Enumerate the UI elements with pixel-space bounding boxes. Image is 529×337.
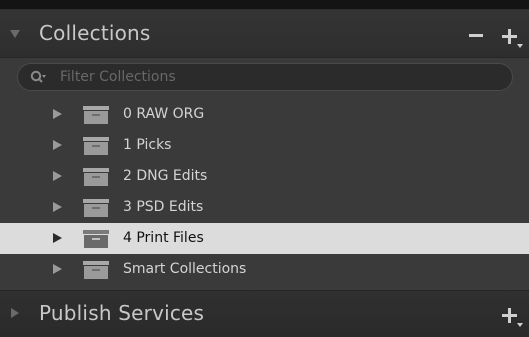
- collections-title: Collections: [39, 21, 151, 45]
- collection-set-label: 2 DNG Edits: [123, 168, 208, 184]
- collection-set-label: 0 RAW ORG: [123, 106, 205, 122]
- collection-set-row[interactable]: 0 RAW ORG: [0, 99, 529, 130]
- triangle-right-icon[interactable]: [53, 171, 62, 181]
- collection-set-row[interactable]: 3 PSD Edits: [0, 192, 529, 223]
- collections-header[interactable]: Collections: [0, 10, 529, 58]
- triangle-right-icon[interactable]: [53, 202, 62, 212]
- collection-set-label: 3 PSD Edits: [123, 199, 204, 215]
- collection-set-box-icon: [83, 230, 109, 248]
- search-icon: [30, 70, 46, 83]
- collection-set-label: 1 Picks: [123, 137, 172, 153]
- search-placeholder: Filter Collections: [60, 69, 176, 85]
- collection-set-box-icon: [83, 261, 109, 279]
- filter-collections-search[interactable]: Filter Collections: [17, 63, 513, 91]
- triangle-right-icon[interactable]: [53, 140, 62, 150]
- minus-icon[interactable]: [469, 34, 483, 37]
- collection-set-label: Smart Collections: [123, 261, 247, 277]
- collection-set-box-icon: [83, 199, 109, 217]
- collection-set-box-icon: [83, 168, 109, 186]
- panel-top-border: [0, 0, 529, 10]
- left-panel: Collections Filter Collections 0 RAW ORG: [0, 10, 529, 337]
- triangle-down-icon[interactable]: [10, 30, 20, 38]
- collection-set-label: 4 Print Files: [123, 230, 204, 246]
- collection-set-row[interactable]: Smart Collections: [0, 254, 529, 285]
- publish-services-title: Publish Services: [39, 301, 205, 325]
- triangle-right-icon[interactable]: [53, 233, 62, 243]
- publish-services-header[interactable]: Publish Services: [0, 290, 529, 337]
- triangle-right-icon[interactable]: [53, 264, 62, 274]
- triangle-right-icon[interactable]: [53, 109, 62, 119]
- triangle-right-icon[interactable]: [11, 308, 19, 318]
- collection-set-row[interactable]: 2 DNG Edits: [0, 161, 529, 192]
- collection-set-row-selected[interactable]: 4 Print Files: [0, 223, 529, 254]
- collection-set-box-icon: [83, 106, 109, 124]
- collection-set-box-icon: [83, 137, 109, 155]
- collection-set-row[interactable]: 1 Picks: [0, 130, 529, 161]
